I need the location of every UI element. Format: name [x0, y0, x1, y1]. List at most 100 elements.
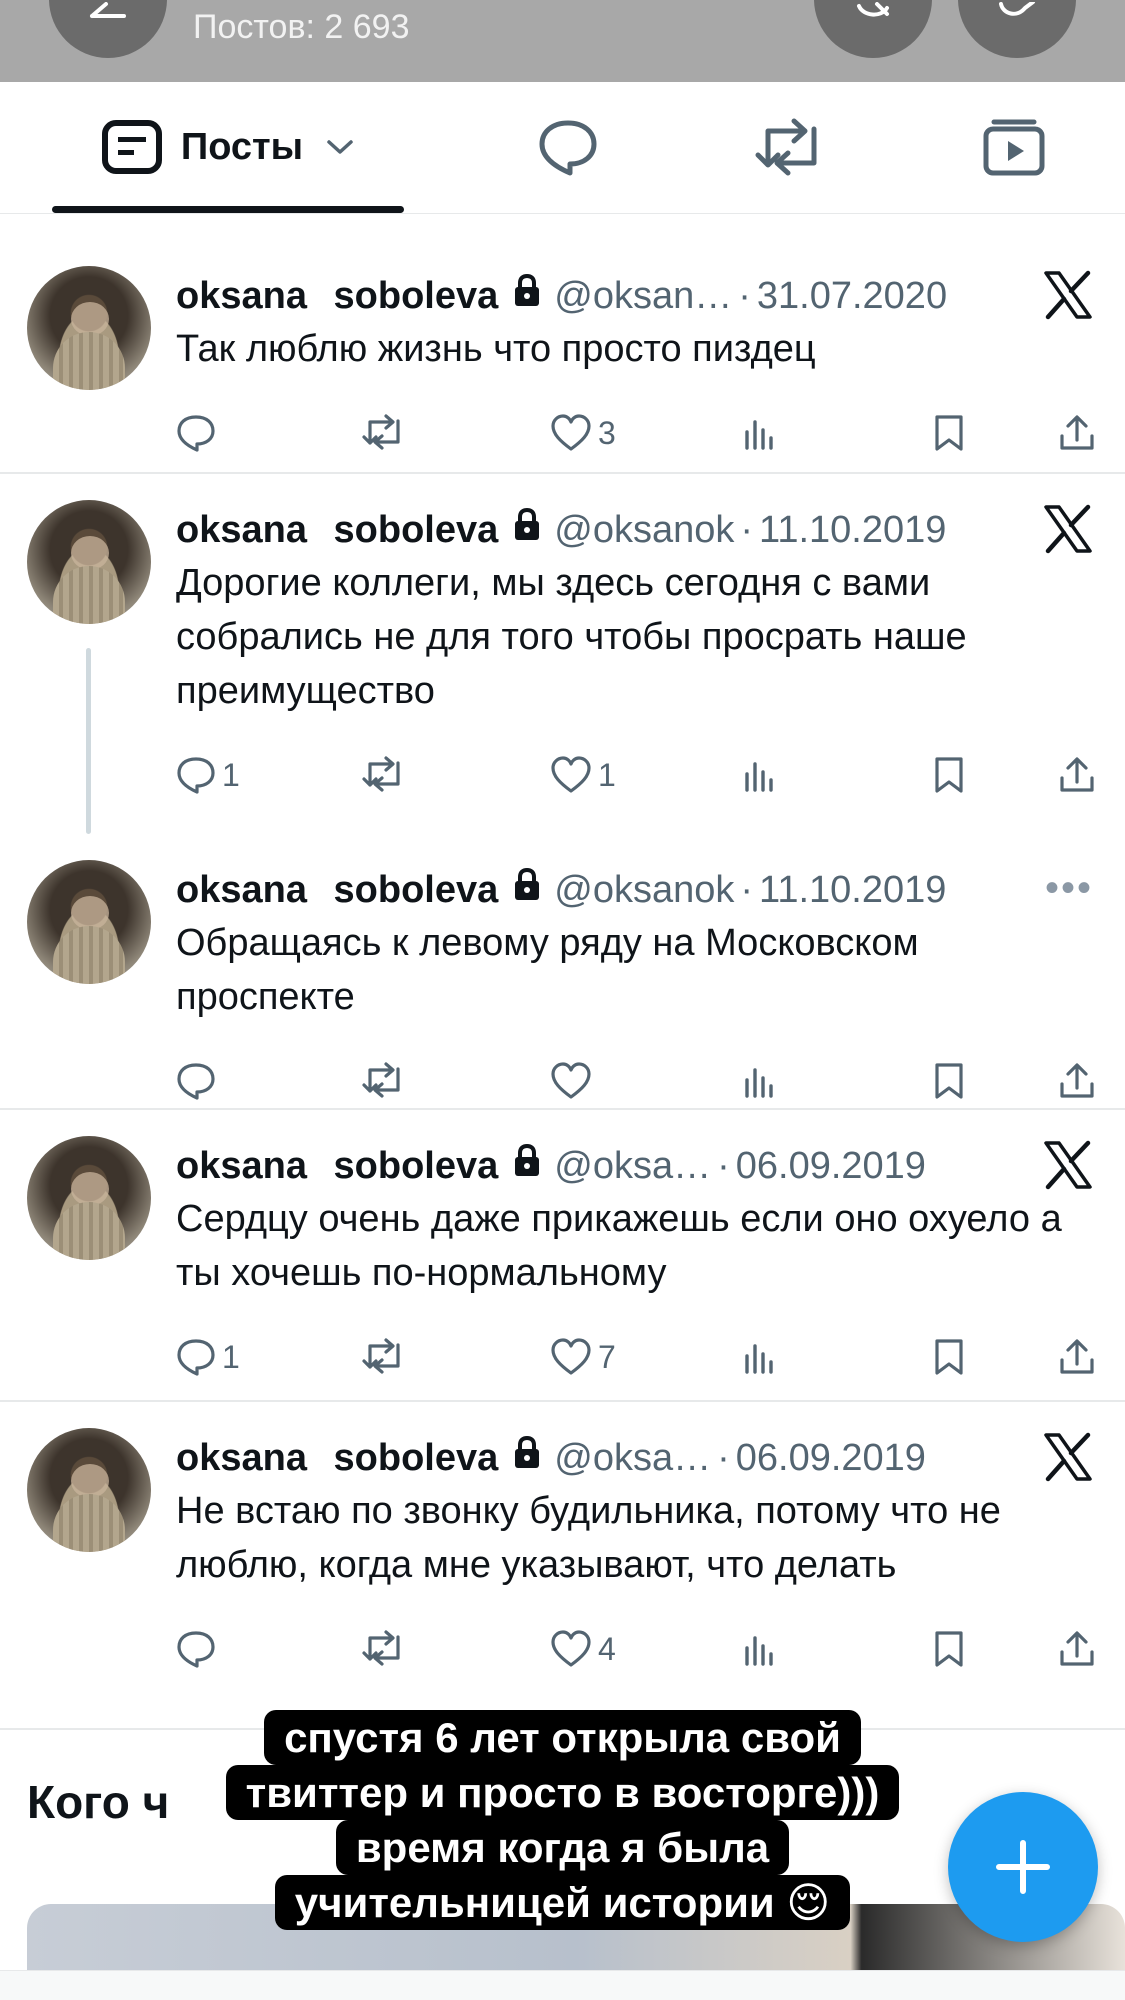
bookmark-button[interactable] — [932, 1630, 966, 1668]
repost-button[interactable] — [362, 1062, 406, 1098]
profile-tabs: Посты — [0, 82, 1125, 214]
views-button[interactable] — [742, 1062, 778, 1098]
reply-button[interactable] — [176, 1062, 222, 1100]
like-button[interactable]: 7 — [550, 1338, 616, 1376]
post-item[interactable]: oksana soboleva @oksanok · 11.10.2019 До… — [0, 474, 1125, 834]
avatar[interactable] — [27, 500, 151, 624]
tab-media[interactable] — [956, 82, 1072, 212]
tab-replies[interactable] — [510, 82, 626, 212]
post-date[interactable]: 06.09.2019 — [736, 1145, 926, 1188]
bookmark-button[interactable] — [932, 1062, 966, 1100]
post-actions: 4 — [176, 1630, 1096, 1674]
x-logo-icon[interactable] — [1042, 1140, 1094, 1190]
like-count: 7 — [598, 1338, 616, 1375]
caption-line: учительницей истории 😌 — [274, 1875, 851, 1930]
bookmark-button[interactable] — [932, 1338, 966, 1376]
post-date[interactable]: 06.09.2019 — [736, 1437, 926, 1480]
post-item[interactable]: oksana soboleva @oksanok · 11.10.2019 ••… — [0, 834, 1125, 1110]
bookmark-button[interactable] — [932, 756, 966, 794]
chevron-down-icon[interactable] — [325, 138, 355, 156]
share-icon — [1058, 1062, 1096, 1100]
author-handle[interactable]: @oksa… — [554, 1145, 711, 1188]
bookmark-icon — [932, 414, 966, 452]
more-options-icon[interactable]: ••• — [1045, 866, 1093, 911]
media-play-icon — [983, 119, 1045, 176]
reply-button[interactable] — [176, 1630, 222, 1668]
post-date[interactable]: 11.10.2019 — [759, 869, 946, 912]
author-handle[interactable]: @oksanok — [554, 869, 734, 912]
share-button[interactable] — [1058, 414, 1096, 452]
thread-connector — [86, 648, 91, 834]
views-button[interactable] — [742, 756, 778, 792]
repost-button[interactable] — [362, 1338, 406, 1374]
reply-button[interactable] — [176, 414, 222, 452]
search-icon — [999, 2, 1035, 16]
separator-dot: · — [717, 1144, 730, 1187]
avatar[interactable] — [27, 860, 151, 984]
post-item[interactable]: oksana soboleva @oksa… · 06.09.2019 Серд… — [0, 1110, 1125, 1402]
bookmark-button[interactable] — [932, 414, 966, 452]
views-button[interactable] — [742, 414, 778, 450]
author-name[interactable]: oksana soboleva — [176, 869, 498, 912]
post-text: Не встаю по звонку будильника, потому чт… — [176, 1490, 1001, 1586]
reply-icon — [176, 1338, 216, 1376]
share-button[interactable] — [1058, 1630, 1096, 1668]
reply-button[interactable]: 1 — [176, 1338, 240, 1376]
like-button[interactable]: 1 — [550, 756, 616, 794]
post-item[interactable]: oksana soboleva @oksan… · 31.07.2020 Так… — [0, 236, 1125, 474]
heart-icon — [550, 756, 592, 794]
tab-reposts[interactable] — [733, 82, 849, 212]
lock-icon — [512, 1435, 542, 1480]
views-button[interactable] — [742, 1338, 778, 1374]
repost-icon — [362, 414, 406, 450]
repost-button[interactable] — [362, 414, 406, 450]
author-handle[interactable]: @oksanok — [554, 509, 734, 552]
views-button[interactable] — [742, 1630, 778, 1666]
x-logo-icon[interactable] — [1042, 1432, 1094, 1482]
share-icon — [1058, 1338, 1096, 1376]
like-button[interactable]: 4 — [550, 1630, 616, 1668]
like-button[interactable] — [550, 1062, 598, 1100]
separator-dot: · — [740, 868, 754, 911]
post-actions — [176, 1062, 1096, 1106]
avatar[interactable] — [27, 266, 151, 390]
like-button[interactable]: 3 — [550, 414, 616, 452]
author-name[interactable]: oksana soboleva — [176, 275, 498, 318]
share-button[interactable] — [1058, 1338, 1096, 1376]
search-button[interactable] — [958, 0, 1076, 58]
reply-button[interactable]: 1 — [176, 756, 240, 794]
caption-line: спустя 6 лет открыла свой — [264, 1710, 861, 1765]
reply-count: 1 — [222, 756, 240, 793]
x-logo-icon[interactable] — [1042, 504, 1094, 554]
share-icon — [1058, 756, 1096, 794]
heart-icon — [550, 1062, 592, 1100]
post-header: oksana soboleva @oksan… · 31.07.2020 — [176, 272, 947, 320]
post-date[interactable]: 11.10.2019 — [759, 509, 946, 552]
post-text: Сердцу очень даже прикажешь если оно оху… — [176, 1198, 1062, 1294]
share-button[interactable] — [1058, 1062, 1096, 1100]
author-name[interactable]: oksana soboleva — [176, 509, 498, 552]
repost-button[interactable] — [362, 756, 406, 792]
grok-button[interactable] — [814, 0, 932, 58]
author-handle[interactable]: @oksan… — [554, 275, 732, 318]
post-date[interactable]: 31.07.2020 — [757, 275, 947, 318]
grok-icon — [857, 2, 889, 17]
x-logo-icon[interactable] — [1042, 270, 1094, 320]
post-text: Обращаясь к левому ряду на Московском пр… — [176, 922, 919, 1018]
author-handle[interactable]: @oksa… — [554, 1437, 711, 1480]
back-button[interactable] — [49, 0, 167, 58]
post-item[interactable]: oksana soboleva @oksa… · 06.09.2019 Не в… — [0, 1402, 1125, 1728]
share-button[interactable] — [1058, 756, 1096, 794]
compose-post-button[interactable] — [948, 1792, 1098, 1942]
active-tab-indicator — [52, 206, 404, 213]
tab-posts[interactable]: Посты — [52, 82, 404, 212]
bar-chart-icon — [742, 1062, 778, 1098]
bar-chart-icon — [742, 1338, 778, 1374]
author-name[interactable]: oksana soboleva — [176, 1145, 498, 1188]
avatar[interactable] — [27, 1428, 151, 1552]
separator-dot: · — [740, 508, 754, 551]
repost-button[interactable] — [362, 1630, 406, 1666]
heart-icon — [550, 1630, 592, 1668]
avatar[interactable] — [27, 1136, 151, 1260]
author-name[interactable]: oksana soboleva — [176, 1437, 498, 1480]
